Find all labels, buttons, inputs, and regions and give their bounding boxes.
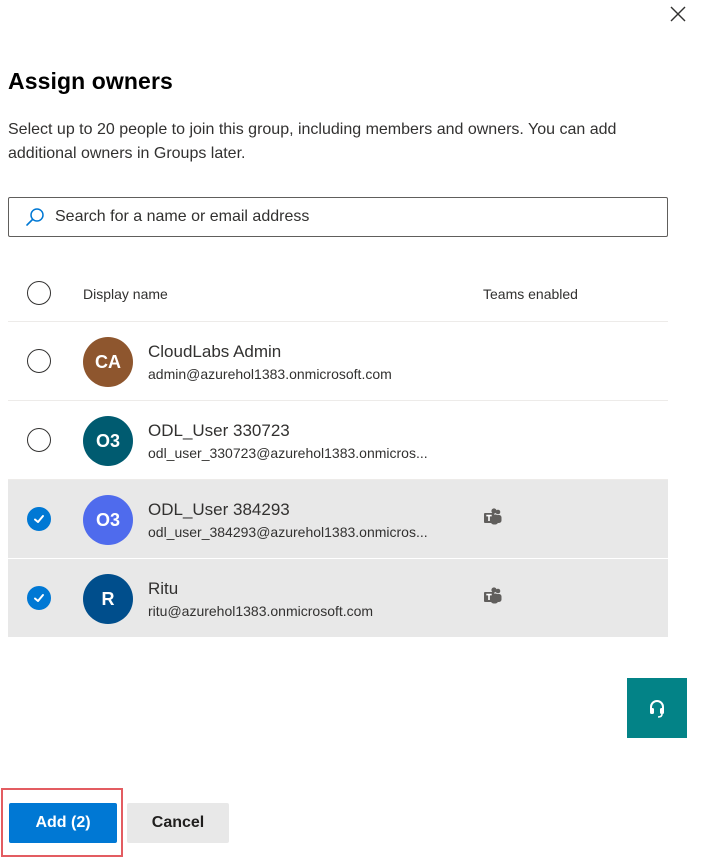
- select-all-checkbox[interactable]: [27, 281, 51, 305]
- row-checkbox[interactable]: [27, 428, 51, 452]
- panel-title: Assign owners: [8, 68, 173, 94]
- teams-icon: [482, 586, 504, 608]
- avatar: R: [83, 574, 133, 624]
- checkmark-icon: [34, 594, 44, 602]
- row-checkbox-checked[interactable]: [27, 507, 51, 531]
- avatar: O3: [83, 416, 133, 466]
- table-row[interactable]: O3 ODL_User 384293 odl_user_384293@azure…: [8, 480, 668, 559]
- table-row[interactable]: O3 ODL_User 330723 odl_user_330723@azure…: [8, 401, 668, 480]
- search-input[interactable]: [55, 199, 667, 235]
- avatar: CA: [83, 337, 133, 387]
- headset-icon: [650, 700, 664, 718]
- column-header-display-name[interactable]: Display name: [83, 286, 168, 302]
- column-header-teams-enabled[interactable]: Teams enabled: [483, 286, 578, 302]
- row-checkbox[interactable]: [27, 349, 51, 373]
- close-button[interactable]: [664, 0, 692, 28]
- table-row[interactable]: CA CloudLabs Admin admin@azurehol1383.on…: [8, 322, 668, 401]
- user-name: CloudLabs Admin: [148, 342, 282, 361]
- user-email: ritu@azurehol1383.onmicrosoft.com: [148, 603, 374, 619]
- row-checkbox-checked[interactable]: [27, 586, 51, 610]
- add-button[interactable]: Add (2): [9, 803, 117, 843]
- user-email: odl_user_330723@azurehol1383.onmicros...: [148, 445, 428, 461]
- search-icon: [25, 207, 45, 227]
- panel-description: Select up to 20 people to join this grou…: [8, 121, 617, 162]
- user-name: Ritu: [148, 579, 179, 598]
- help-button[interactable]: [627, 678, 687, 738]
- user-name: ODL_User 384293: [148, 500, 290, 519]
- close-icon: [670, 6, 686, 22]
- user-email: admin@azurehol1383.onmicrosoft.com: [148, 366, 392, 382]
- table-row[interactable]: R Ritu ritu@azurehol1383.onmicrosoft.com: [8, 559, 668, 638]
- avatar: O3: [83, 495, 133, 545]
- teams-icon: [482, 507, 504, 529]
- user-email: odl_user_384293@azurehol1383.onmicros...: [148, 524, 428, 540]
- user-name: ODL_User 330723: [148, 421, 290, 440]
- checkmark-icon: [34, 515, 44, 523]
- search-box[interactable]: [8, 197, 668, 237]
- table-header: Display name Teams enabled: [8, 264, 668, 322]
- cancel-button[interactable]: Cancel: [127, 803, 229, 843]
